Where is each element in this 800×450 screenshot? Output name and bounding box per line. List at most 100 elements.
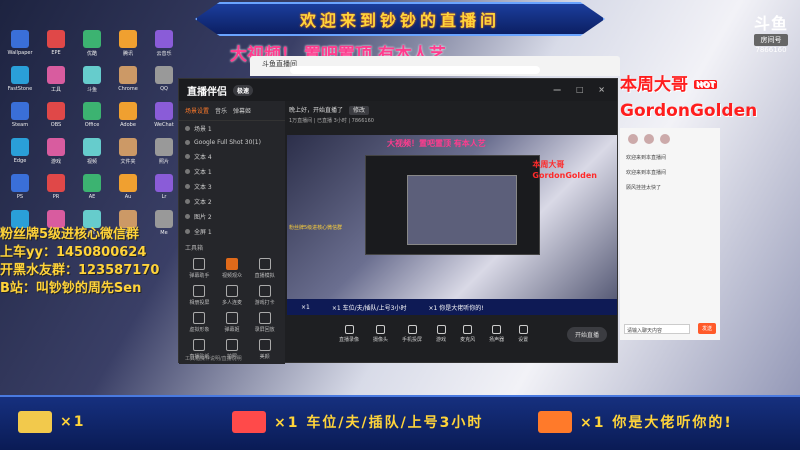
- chat-message: 欢迎来到本直播间: [626, 155, 667, 161]
- plane-icon: [232, 411, 266, 433]
- desktop-icon[interactable]: 照片: [148, 138, 180, 172]
- eye-icon[interactable]: [185, 214, 190, 219]
- sidebar-tab[interactable]: 场景设置: [185, 106, 209, 115]
- scene-item[interactable]: 文本 4: [179, 149, 285, 164]
- desktop-icon[interactable]: 游戏: [40, 138, 72, 172]
- app-icon: [155, 30, 173, 48]
- sidebar-tab[interactable]: 音乐: [215, 106, 227, 115]
- rocket-icon: [538, 411, 572, 433]
- bottom-tool[interactable]: 手机投屏: [402, 325, 422, 343]
- tool-item[interactable]: 美颜: [248, 339, 281, 360]
- tool-icon: [193, 258, 206, 270]
- desktop-icon[interactable]: 视频: [76, 138, 108, 172]
- avatar[interactable]: [644, 134, 654, 144]
- scene-item[interactable]: 场景 1: [179, 121, 285, 136]
- desktop-icon[interactable]: Au: [112, 174, 144, 208]
- desktop-icon[interactable]: 优酷: [76, 30, 108, 64]
- bottom-tool[interactable]: 直播录像: [339, 325, 359, 343]
- desktop-icon-label: 照片: [158, 159, 169, 165]
- desktop-icon[interactable]: Lr: [148, 174, 180, 208]
- chat-input[interactable]: 请输入聊天内容: [624, 324, 690, 334]
- desktop-icon[interactable]: 腾讯: [112, 30, 144, 64]
- banner-title: 欢迎来到钞钞的直播间: [299, 11, 500, 30]
- scene-item[interactable]: Google Full Shot 30(1): [179, 136, 285, 149]
- desktop-icon[interactable]: 文件夹: [112, 138, 144, 172]
- tool-label: 弹幕助手: [189, 273, 210, 279]
- tool-item[interactable]: 多人连麦: [216, 285, 249, 306]
- douyu-logo: 斗鱼: [753, 14, 788, 33]
- sidebar-tab[interactable]: 弹幕姬: [233, 106, 251, 115]
- browser-window[interactable]: 斗鱼直播间: [250, 56, 620, 76]
- desktop-icon-label: 文件夹: [120, 159, 136, 165]
- app-icon: [83, 102, 101, 120]
- tool-item[interactable]: 弹幕姬: [216, 312, 249, 333]
- app-icon: [83, 174, 101, 192]
- app-icon: [11, 138, 29, 156]
- edit-button[interactable]: 修改: [348, 106, 369, 115]
- scene-item[interactable]: 文本 1: [179, 164, 285, 179]
- desktop-icon[interactable]: OBS: [40, 102, 72, 136]
- scene-item[interactable]: 图片 2: [179, 209, 285, 224]
- desktop-icon[interactable]: Office: [76, 102, 108, 136]
- address-bar[interactable]: [290, 66, 540, 74]
- app-icon: [47, 102, 65, 120]
- desktop-icon[interactable]: AE: [76, 174, 108, 208]
- eye-icon[interactable]: [185, 169, 190, 174]
- desktop-icon[interactable]: Steam: [4, 102, 36, 136]
- desktop-icon[interactable]: QQ: [148, 66, 180, 100]
- desktop-icon[interactable]: Edge: [4, 138, 36, 172]
- app-tag[interactable]: 极速: [233, 84, 254, 96]
- tool-item[interactable]: 相册投屏: [183, 285, 216, 306]
- app-icon: [11, 66, 29, 84]
- eye-icon[interactable]: [185, 140, 190, 145]
- desktop-icon[interactable]: Adobe: [112, 102, 144, 136]
- gold-bar-icon: [18, 411, 52, 433]
- app-icon: [11, 102, 29, 120]
- tool-item[interactable]: 录屏回放: [248, 312, 281, 333]
- desktop-icon-label: Wallpaper: [7, 50, 33, 56]
- desktop-icon[interactable]: EPE: [40, 30, 72, 64]
- tool-item[interactable]: 直播模拟: [248, 258, 281, 279]
- bottom-tool[interactable]: 设置: [518, 325, 528, 343]
- start-live-button[interactable]: 开始直播: [566, 327, 607, 342]
- tool-icon: [193, 312, 206, 324]
- desktop-icon[interactable]: 工具: [40, 66, 72, 100]
- tool-item[interactable]: 视频观众: [216, 258, 249, 279]
- bottom-tool[interactable]: 摄像头: [373, 325, 388, 343]
- window-controls[interactable]: — □ ×: [553, 85, 611, 94]
- desktop-icon[interactable]: WeChat: [148, 102, 180, 136]
- desktop-icon[interactable]: 斗鱼: [76, 66, 108, 100]
- sidebar-help[interactable]: 工具箱操作说明/直播说明: [185, 355, 242, 362]
- send-button[interactable]: 发送: [697, 323, 716, 334]
- desktop-icon-label: Steam: [11, 122, 29, 128]
- tool-item[interactable]: 游戏打卡: [248, 285, 281, 306]
- eye-icon[interactable]: [185, 154, 190, 159]
- tool-item[interactable]: 弹幕助手: [183, 258, 216, 279]
- scene-item[interactable]: 文本 3: [179, 179, 285, 194]
- bottom-tool[interactable]: 扬声器: [489, 325, 504, 343]
- bottom-tool[interactable]: 游戏: [436, 325, 446, 343]
- scene-label: 全屏 1: [194, 229, 212, 236]
- desktop-icon[interactable]: FastStone: [4, 66, 36, 100]
- eye-icon[interactable]: [185, 229, 190, 234]
- desktop-icon[interactable]: PS: [4, 174, 36, 208]
- eye-icon[interactable]: [185, 184, 190, 189]
- tool-icon: [258, 312, 271, 324]
- gift-item: ×1 车位/夫/插队/上号3小时: [232, 411, 483, 433]
- desktop-icon[interactable]: Wallpaper: [4, 30, 36, 64]
- desktop-icon[interactable]: PR: [40, 174, 72, 208]
- preview-boss: 本周大哥 GordonGolden: [532, 159, 597, 181]
- eye-icon[interactable]: [185, 199, 190, 204]
- desktop-icon-label: Chrome: [118, 86, 138, 92]
- tool-item[interactable]: 虚拟形象: [183, 312, 216, 333]
- desktop-icon[interactable]: 云音乐: [148, 30, 180, 64]
- eye-icon[interactable]: [185, 126, 190, 131]
- avatar[interactable]: [628, 134, 638, 144]
- avatar[interactable]: [660, 134, 670, 144]
- avatar-row: [620, 128, 720, 150]
- tool-icon: [463, 325, 473, 334]
- scene-item[interactable]: 文本 2: [179, 194, 285, 209]
- bottom-tool[interactable]: 麦克风: [460, 325, 475, 343]
- desktop-icon[interactable]: Chrome: [112, 66, 144, 100]
- scene-item[interactable]: 全屏 1: [179, 224, 285, 239]
